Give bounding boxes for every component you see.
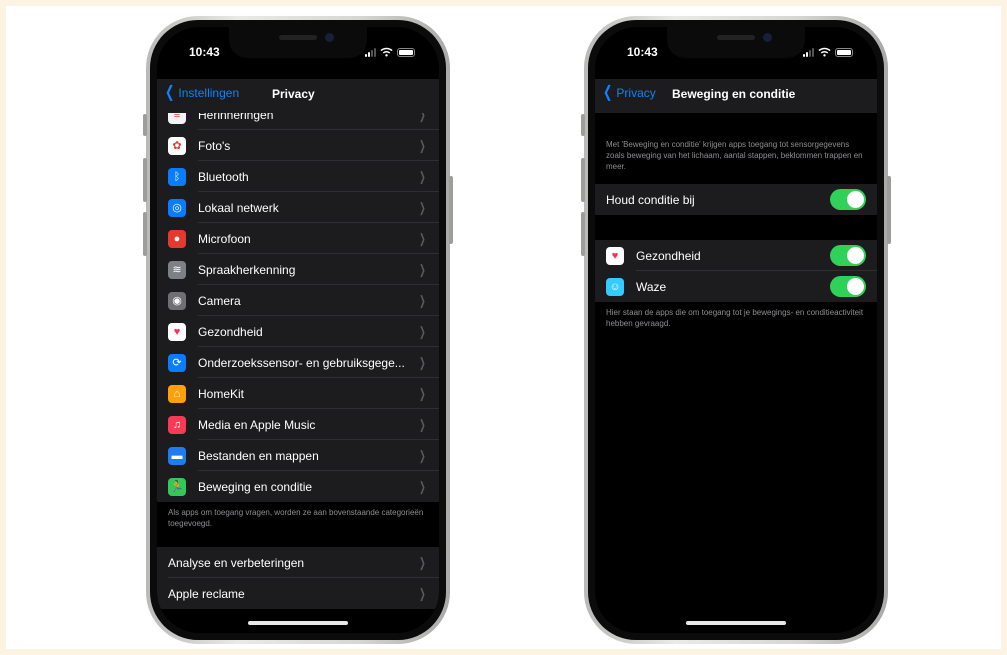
privacy-row-research-sensor[interactable]: ⟳ Onderzoekssensor- en gebruiksgege... ❯ <box>157 347 439 378</box>
privacy-row-apple-advertising[interactable]: Apple reclame ❯ <box>157 578 439 609</box>
row-label: Camera <box>198 293 241 308</box>
phone-privacy: 10:43 ❮ Instellingen Privacy ≡ Herinneri… <box>143 16 453 644</box>
app-label: Gezondheid <box>636 248 701 263</box>
speech-recognition-icon: ≋ <box>168 260 186 279</box>
row-label: Analyse en verbeteringen <box>168 555 305 570</box>
privacy-row-photos[interactable]: ✿ Foto's ❯ <box>157 130 439 161</box>
health-icon: ♥ <box>606 246 624 265</box>
health-icon: ♥ <box>168 322 186 341</box>
chevron-left-icon: ❮ <box>603 84 613 101</box>
wifi-icon <box>818 47 831 57</box>
files-icon: ▬ <box>168 446 186 465</box>
app-label: Waze <box>636 279 667 294</box>
privacy-row-local-network[interactable]: ◎ Lokaal netwerk ❯ <box>157 192 439 223</box>
row-label: Bestanden en mappen <box>198 448 319 463</box>
page-title: Beweging en conditie <box>672 87 796 101</box>
row-label: Bluetooth <box>198 169 249 184</box>
privacy-row-analytics[interactable]: Analyse en verbeteringen ❯ <box>157 547 439 578</box>
privacy-row-motion-fitness[interactable]: 🏃 Beweging en conditie ❯ <box>157 471 439 502</box>
analytics-list: Analyse en verbeteringen ❯ Apple reclame ❯ <box>157 547 439 609</box>
row-label: Beweging en conditie <box>198 479 313 494</box>
privacy-row-bluetooth[interactable]: ᛒ Bluetooth ❯ <box>157 161 439 192</box>
page-title: Privacy <box>272 87 315 101</box>
privacy-row-microphone[interactable]: ● Microfoon ❯ <box>157 223 439 254</box>
screen-motion-fitness: 10:43 ❮ Privacy Beweging en conditie Met… <box>595 27 877 633</box>
row-label: Onderzoekssensor- en gebruiksgege... <box>198 355 405 370</box>
chevron-right-icon: ❯ <box>419 230 426 246</box>
privacy-row-files[interactable]: ▬ Bestanden en mappen ❯ <box>157 440 439 471</box>
privacy-row-health[interactable]: ♥ Gezondheid ❯ <box>157 316 439 347</box>
row-label: Spraakherkenning <box>198 262 296 277</box>
microphone-icon: ● <box>168 229 186 248</box>
footnote: Als apps om toegang vragen, worden ze aa… <box>168 508 424 528</box>
privacy-row-music[interactable]: ♫ Media en Apple Music ❯ <box>157 409 439 440</box>
chevron-right-icon: ❯ <box>419 323 426 339</box>
fitness-tracking-toggle[interactable] <box>830 189 866 210</box>
cellular-signal-icon <box>803 47 814 57</box>
chevron-right-icon: ❯ <box>419 292 426 308</box>
chevron-right-icon: ❯ <box>419 199 426 215</box>
row-label: HomeKit <box>198 386 245 401</box>
privacy-row-speech-recognition[interactable]: ≋ Spraakherkenning ❯ <box>157 254 439 285</box>
row-label: Foto's <box>198 138 231 153</box>
navigation-bar: ❮ Privacy Beweging en conditie <box>595 79 877 113</box>
music-icon: ♫ <box>168 415 186 434</box>
chevron-right-icon: ❯ <box>419 416 426 432</box>
fitness-tracking-label: Houd conditie bij <box>606 192 695 207</box>
chevron-right-icon: ❯ <box>419 354 426 370</box>
back-label: Instellingen <box>178 86 240 100</box>
motion-fitness-icon: 🏃 <box>168 477 186 496</box>
description: Met 'Beweging en conditie' krijgen apps … <box>606 140 863 171</box>
apps-list: ♥ Gezondheid ☺ Waze <box>595 240 877 302</box>
privacy-row-homekit[interactable]: ⌂ HomeKit ❯ <box>157 378 439 409</box>
chevron-right-icon: ❯ <box>419 478 426 494</box>
waze-icon: ☺ <box>606 277 624 296</box>
row-label: Apple reclame <box>168 586 245 601</box>
home-indicator <box>686 621 786 625</box>
chevron-right-icon: ❯ <box>419 137 426 153</box>
app-row-health: ♥ Gezondheid <box>595 240 877 271</box>
fitness-tracking-group: Houd conditie bij <box>595 184 877 215</box>
row-label: Media en Apple Music <box>198 417 316 432</box>
battery-icon <box>397 47 415 57</box>
research-sensor-icon: ⟳ <box>168 353 186 372</box>
home-indicator <box>248 621 348 625</box>
cellular-signal-icon <box>365 47 376 57</box>
back-label: Privacy <box>616 86 656 100</box>
screen-privacy: 10:43 ❮ Instellingen Privacy ≡ Herinneri… <box>157 27 439 633</box>
photos-icon: ✿ <box>168 136 186 155</box>
chevron-right-icon: ❯ <box>419 385 426 401</box>
row-label: Gezondheid <box>198 324 263 339</box>
chevron-right-icon: ❯ <box>419 447 426 463</box>
apps-footnote: Hier staan de apps die om toegang tot je… <box>606 308 864 328</box>
navigation-bar: ❮ Instellingen Privacy <box>157 79 439 113</box>
status-time: 10:43 <box>627 45 658 59</box>
row-label: Lokaal netwerk <box>198 200 279 215</box>
privacy-row-camera[interactable]: ◉ Camera ❯ <box>157 285 439 316</box>
row-label: Microfoon <box>198 231 251 246</box>
fitness-tracking-row: Houd conditie bij <box>595 184 877 215</box>
bluetooth-icon: ᛒ <box>168 167 186 186</box>
chevron-left-icon: ❮ <box>165 84 175 101</box>
wifi-icon <box>380 47 393 57</box>
chevron-right-icon: ❯ <box>419 168 426 184</box>
app-access-toggle[interactable] <box>830 245 866 266</box>
status-bar: 10:43 <box>595 41 877 63</box>
battery-icon <box>835 47 853 57</box>
phone-motion-fitness: 10:43 ❮ Privacy Beweging en conditie Met… <box>581 16 891 644</box>
status-bar: 10:43 <box>157 41 439 63</box>
chevron-right-icon: ❯ <box>419 261 426 277</box>
app-row-waze: ☺ Waze <box>595 271 877 302</box>
camera-icon: ◉ <box>168 291 186 310</box>
back-button-privacy[interactable]: ❮ Privacy <box>601 84 656 101</box>
chevron-right-icon: ❯ <box>419 585 426 601</box>
local-network-icon: ◎ <box>168 198 186 217</box>
app-access-toggle[interactable] <box>830 276 866 297</box>
status-time: 10:43 <box>189 45 220 59</box>
homekit-icon: ⌂ <box>168 384 186 403</box>
privacy-list: ≡ Herinneringen ❯ ✿ Foto's ❯ ᛒ Bluetooth ❯ ◎ Lokaa… <box>157 99 439 502</box>
back-button-instellingen[interactable]: ❮ Instellingen <box>163 84 240 101</box>
chevron-right-icon: ❯ <box>419 554 426 570</box>
